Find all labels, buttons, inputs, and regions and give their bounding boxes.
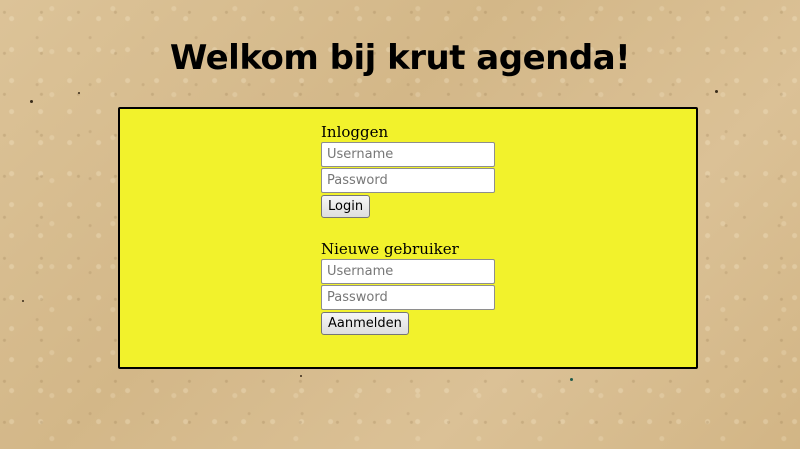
register-heading: Nieuwe gebruiker <box>321 240 459 258</box>
paper-speck <box>22 300 24 302</box>
paper-speck <box>570 378 573 381</box>
paper-speck <box>30 100 33 103</box>
register-button[interactable]: Aanmelden <box>321 312 409 335</box>
login-form: Inloggen Login <box>321 123 501 218</box>
page-title: Welkom bij krut agenda! <box>169 38 631 78</box>
register-form: Nieuwe gebruiker Aanmelden <box>321 240 501 335</box>
paper-speck <box>78 92 80 94</box>
login-heading: Inloggen <box>321 123 389 141</box>
page-background: { "page": { "title": "Welkom bij krut ag… <box>0 0 800 449</box>
login-button[interactable]: Login <box>321 195 371 218</box>
login-password-input[interactable] <box>321 168 495 193</box>
login-username-input[interactable] <box>321 142 495 167</box>
register-username-input[interactable] <box>321 259 495 284</box>
paper-speck <box>715 90 718 93</box>
register-password-input[interactable] <box>321 285 495 310</box>
login-panel: Inloggen Login Nieuwe gebruiker Aanmelde… <box>118 107 698 369</box>
paper-speck <box>300 375 302 377</box>
